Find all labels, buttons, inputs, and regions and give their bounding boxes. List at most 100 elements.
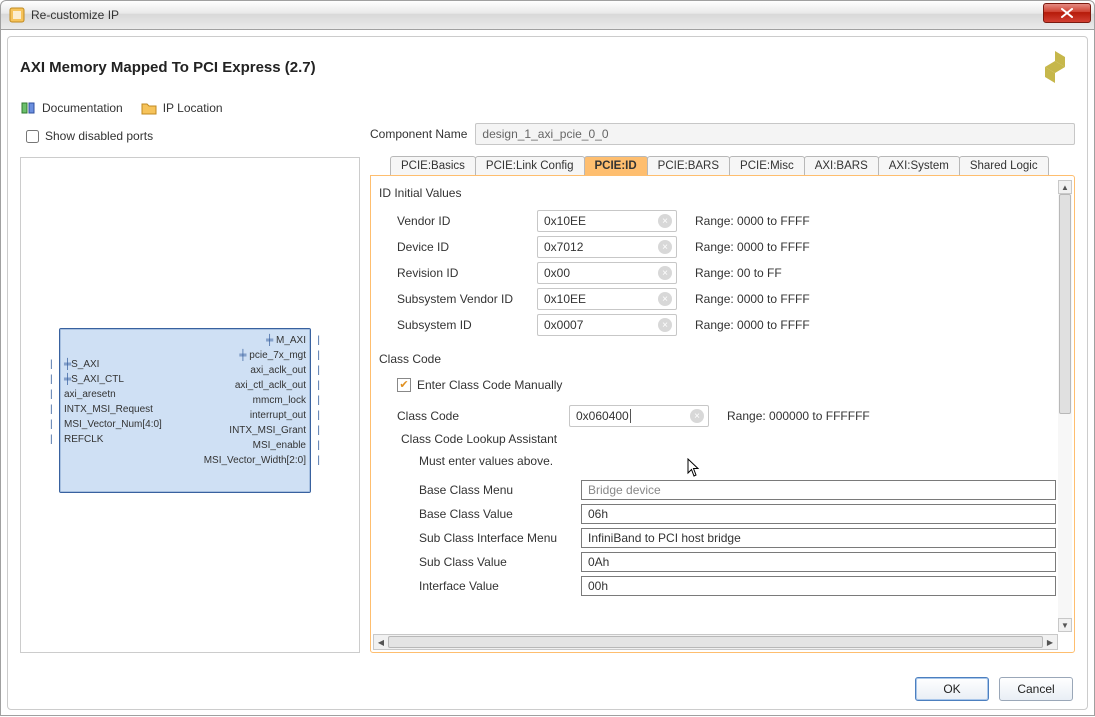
id-range: Range: 0000 to FFFF: [695, 240, 810, 254]
id-value: 0x10EE: [544, 292, 586, 306]
assistant-label: Base Class Value: [419, 507, 581, 521]
id-range: Range: 0000 to FFFF: [695, 214, 810, 228]
tab-axi-system[interactable]: AXI:System: [878, 156, 960, 175]
clear-icon[interactable]: ×: [658, 266, 672, 280]
assistant-label: Sub Class Value: [419, 555, 581, 569]
main-split: Show disabled ports ╪ M_AXI ╪ pcie_7x_mg…: [20, 123, 1075, 653]
scroll-up-icon[interactable]: ▲: [1058, 180, 1072, 194]
scroll-track[interactable]: [1058, 194, 1072, 618]
id-initial-values-grid: Vendor ID 0x10EE × Range: 0000 to FFFF Devic…: [397, 208, 1056, 338]
id-row: Revision ID0x00×Range: 00 to FF: [397, 260, 1056, 286]
class-code-row: Class Code 0x060400 × Range: 000000 to F…: [397, 402, 1056, 430]
port-in: MSI_Vector_Num[4:0]: [64, 419, 162, 430]
tab-axi-bars[interactable]: AXI:BARS: [804, 156, 879, 175]
assistant-value[interactable]: Bridge device: [581, 480, 1056, 500]
close-icon: [1061, 8, 1073, 18]
assistant-row: Sub Class Interface MenuInfiniBand to PC…: [401, 526, 1056, 550]
clear-icon[interactable]: ×: [690, 409, 704, 423]
tab-pcie-basics[interactable]: PCIE:Basics: [390, 156, 476, 175]
show-disabled-ports-checkbox[interactable]: [26, 130, 39, 143]
enter-class-code-checkbox[interactable]: [397, 378, 411, 392]
vertical-scrollbar[interactable]: ▲ ▼: [1058, 180, 1072, 632]
port-in: axi_aresetn: [64, 389, 116, 400]
tab-body: ID Initial Values Vendor ID 0x10EE × Range:…: [370, 175, 1075, 653]
hscroll-track[interactable]: [388, 635, 1043, 649]
horizontal-scrollbar[interactable]: ◀ ▶: [373, 634, 1058, 650]
scroll-thumb[interactable]: [1059, 194, 1071, 414]
dialog-footer: OK Cancel: [915, 677, 1073, 701]
docbar: Documentation IP Location: [20, 101, 1075, 115]
class-code-field[interactable]: 0x060400 ×: [569, 405, 709, 427]
clear-icon[interactable]: ×: [658, 240, 672, 254]
port-out: MSI_Vector_Width[2:0]: [204, 455, 306, 466]
scroll-right-icon[interactable]: ▶: [1043, 635, 1057, 649]
vendor-logo-icon: [1035, 47, 1075, 87]
class-code-assistant: Must enter values above. Base Class Menu…: [401, 454, 1056, 598]
id-value: 0x0007: [544, 318, 583, 332]
hscroll-thumb[interactable]: [388, 636, 1043, 648]
id-label: Subsystem ID: [397, 318, 537, 332]
tab-content: ID Initial Values Vendor ID 0x10EE × Range:…: [379, 182, 1056, 632]
port-in: INTX_MSI_Request: [64, 404, 153, 415]
id-label: Device ID: [397, 240, 537, 254]
id-field[interactable]: 0x00×: [537, 262, 677, 284]
clear-icon[interactable]: ×: [658, 292, 672, 306]
ip-block: ╪ M_AXI ╪ pcie_7x_mgt axi_aclk_out axi_c…: [59, 328, 311, 493]
enter-class-code-row: Enter Class Code Manually: [397, 374, 1056, 396]
ok-button[interactable]: OK: [915, 677, 989, 701]
id-row: Vendor ID 0x10EE × Range: 0000 to FFFF: [397, 208, 1056, 234]
id-range: Range: 0000 to FFFF: [695, 318, 810, 332]
class-code-value: 0x060400: [576, 409, 629, 423]
scroll-down-icon[interactable]: ▼: [1058, 618, 1072, 632]
documentation-link[interactable]: Documentation: [42, 101, 123, 115]
port-in: REFCLK: [64, 434, 103, 445]
tab-shared-logic[interactable]: Shared Logic: [959, 156, 1049, 175]
component-name-label: Component Name: [370, 127, 467, 141]
window-title: Re-customize IP: [31, 8, 119, 22]
port-out: interrupt_out: [250, 410, 306, 421]
assistant-row: Base Class Value06h: [401, 502, 1056, 526]
left-column: Show disabled ports ╪ M_AXI ╪ pcie_7x_mg…: [20, 123, 360, 653]
id-field[interactable]: 0x7012×: [537, 236, 677, 258]
book-icon: [20, 101, 36, 115]
page-title: AXI Memory Mapped To PCI Express (2.7): [20, 59, 316, 76]
tab-pcie-link-config[interactable]: PCIE:Link Config: [475, 156, 585, 175]
window-close-button[interactable]: [1043, 3, 1091, 23]
assistant-label: Interface Value: [419, 579, 581, 593]
port-in: ╪S_AXI_CTL: [64, 374, 124, 385]
assistant-label: Sub Class Interface Menu: [419, 531, 581, 545]
class-code-range: Range: 000000 to FFFFFF: [727, 409, 870, 423]
block-diagram[interactable]: ╪ M_AXI ╪ pcie_7x_mgt axi_aclk_out axi_c…: [20, 157, 360, 653]
id-field[interactable]: 0x10EE ×: [537, 210, 677, 232]
title-bar: Re-customize IP: [0, 0, 1095, 30]
id-row: Subsystem Vendor ID 0x10EE × Range: 0000 to…: [397, 286, 1056, 312]
tab-pcie-misc[interactable]: PCIE:Misc: [729, 156, 805, 175]
assistant-value[interactable]: 00h: [581, 576, 1056, 596]
clear-icon[interactable]: ×: [658, 214, 672, 228]
heading-row: AXI Memory Mapped To PCI Express (2.7): [20, 47, 1075, 87]
enter-class-code-label: Enter Class Code Manually: [417, 378, 562, 392]
port-out: INTX_MSI_Grant: [229, 425, 306, 436]
assistant-value[interactable]: 0Ah: [581, 552, 1056, 572]
id-value: 0x10EE: [544, 214, 586, 228]
tab-pcie-id[interactable]: PCIE:ID: [584, 156, 648, 175]
id-field[interactable]: 0x10EE ×: [537, 288, 677, 310]
tab-pcie-bars[interactable]: PCIE:BARS: [647, 156, 730, 175]
ip-location-link[interactable]: IP Location: [163, 101, 223, 115]
id-field[interactable]: 0x0007 ×: [537, 314, 677, 336]
id-label: Revision ID: [397, 266, 537, 280]
tabs: PCIE:Basics PCIE:Link Config PCIE:ID PCI…: [390, 153, 1075, 175]
assistant-value[interactable]: 06h: [581, 504, 1056, 524]
scroll-left-icon[interactable]: ◀: [374, 635, 388, 649]
cancel-button[interactable]: Cancel: [999, 677, 1073, 701]
id-initial-values-title: ID Initial Values: [379, 186, 1056, 200]
component-name-field[interactable]: design_1_axi_pcie_0_0: [475, 123, 1075, 145]
id-label: Subsystem Vendor ID: [397, 292, 537, 306]
id-label: Vendor ID: [397, 214, 537, 228]
port-out: ╪ M_AXI: [266, 335, 306, 346]
app-icon: [9, 7, 25, 23]
id-row: Subsystem ID 0x0007 × Range: 0000 to FFFF: [397, 312, 1056, 338]
clear-icon[interactable]: ×: [658, 318, 672, 332]
assistant-value[interactable]: InfiniBand to PCI host bridge: [581, 528, 1056, 548]
id-range: Range: 0000 to FFFF: [695, 292, 810, 306]
